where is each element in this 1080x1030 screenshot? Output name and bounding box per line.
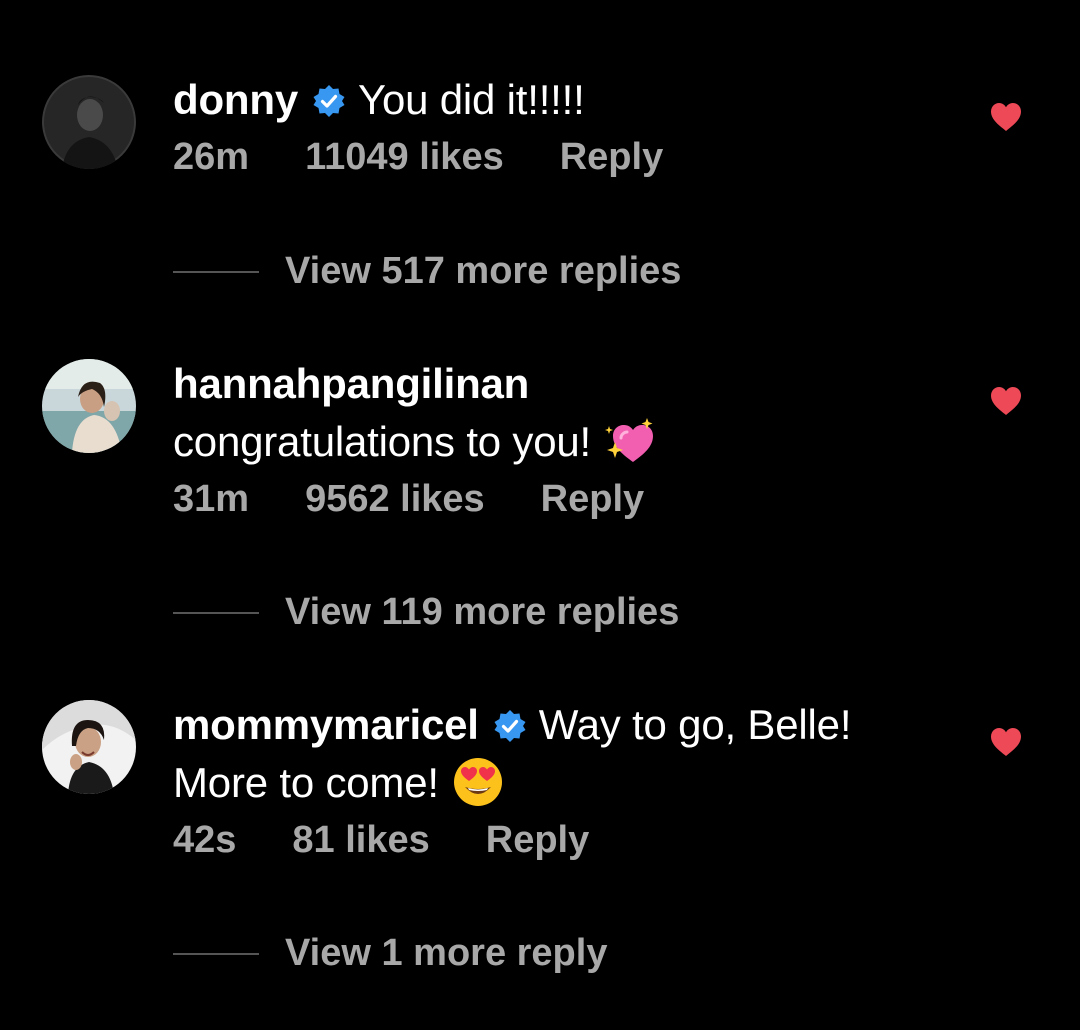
- avatar-image-icon: [42, 700, 136, 794]
- view-replies-label: View 119 more replies: [285, 591, 680, 633]
- heart-icon[interactable]: [990, 102, 1022, 132]
- like-count[interactable]: 11049 likes: [305, 136, 504, 179]
- comment-meta: 31m 9562 likes Reply: [173, 471, 963, 527]
- avatar[interactable]: [42, 359, 136, 453]
- like-count[interactable]: 81 likes: [292, 819, 429, 862]
- reply-button[interactable]: Reply: [541, 478, 644, 521]
- avatar[interactable]: [42, 75, 136, 169]
- comment-meta: 26m 11049 likes Reply: [173, 129, 963, 185]
- comment-time: 31m: [173, 477, 250, 520]
- avatar-image-icon: [42, 359, 136, 453]
- heart-icon[interactable]: [990, 727, 1022, 757]
- comment-meta: 42s 81 likes Reply: [173, 812, 963, 868]
- verified-badge-icon: [494, 710, 526, 742]
- view-replies-label: View 1 more reply: [285, 932, 608, 974]
- avatar-image-icon: [42, 75, 136, 169]
- heart-eyes-face-icon: [453, 758, 502, 806]
- avatar[interactable]: [42, 700, 136, 794]
- comment-time: 42s: [173, 818, 237, 861]
- comment-username-line: hannahpangilinan: [173, 355, 963, 413]
- heart-icon[interactable]: [990, 386, 1022, 416]
- comment-text-line: mommymaricel Way to go, Belle!: [173, 696, 963, 754]
- reply-button[interactable]: Reply: [486, 819, 589, 862]
- comment-text: congratulations to you!: [173, 418, 592, 465]
- divider: [173, 952, 259, 955]
- username[interactable]: hannahpangilinan: [173, 360, 529, 407]
- comment-text-line-2: More to come!: [173, 754, 963, 812]
- verified-badge-icon: [313, 85, 345, 117]
- reply-button[interactable]: Reply: [560, 136, 663, 179]
- like-count[interactable]: 9562 likes: [305, 478, 485, 521]
- divider: [173, 270, 259, 273]
- divider: [173, 611, 259, 614]
- comment-time: 26m: [173, 135, 250, 178]
- comment-text-line: congratulations to you!: [173, 413, 963, 471]
- comment-text: Way to go, Belle!: [538, 701, 852, 748]
- comments-list: donny You did it!!!!! 26m 11049 likes Re…: [0, 0, 1080, 1030]
- username[interactable]: donny: [173, 76, 298, 123]
- comment-text: You did it!!!!!: [357, 76, 585, 123]
- comment-text-continued: More to come!: [173, 759, 439, 806]
- view-replies-button[interactable]: View 517 more replies: [173, 250, 681, 293]
- view-replies-button[interactable]: View 119 more replies: [173, 591, 679, 634]
- view-replies-label: View 517 more replies: [285, 250, 682, 292]
- comment-text-line: donny You did it!!!!!: [173, 71, 963, 129]
- username[interactable]: mommymaricel: [173, 701, 479, 748]
- view-replies-button[interactable]: View 1 more reply: [173, 932, 607, 975]
- sparkling-heart-icon: [605, 418, 654, 462]
